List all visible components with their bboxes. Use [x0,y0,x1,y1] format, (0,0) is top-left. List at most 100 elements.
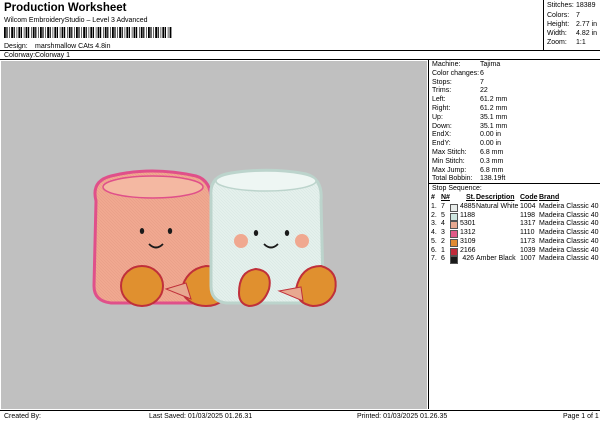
summary-label: Stitches: [547,2,574,9]
col-num: # [431,194,435,201]
machine-info-label: Down: [432,122,452,130]
machine-info-value: Tajima [480,61,501,68]
last-saved: Last Saved: 01/03/2025 01.26.31 [149,413,253,420]
footer-rule [0,410,600,411]
machine-info-label: Min Stitch: [432,157,465,165]
summary-label: Height: [547,21,570,28]
design-preview [1,61,427,409]
cell-num: 4. [431,229,437,237]
created-by: Created By: [4,413,41,420]
cell-brand: Madeira Classic 40 [539,255,599,263]
cell-code: 1007 [520,255,536,263]
cell-num: 2. [431,211,437,219]
cell-description: Amber Black [476,255,516,263]
marshmallow-artwork [92,168,337,308]
cell-code: 1173 [520,237,536,245]
meta-rule [0,59,600,60]
cell-brand: Madeira Classic 40 [539,220,599,228]
summary-label: Zoom: [547,39,567,46]
summary-divider [543,0,544,50]
machine-info-value: 0.00 in [480,131,502,139]
summary-value: 18389 [576,2,596,9]
summary-value: 2.77 in [576,21,598,28]
machine-info-label: EndX: [432,131,452,139]
machine-info-label: Stops: [432,78,452,86]
machine-info-value: 0.00 in [480,140,502,148]
table-row: 1. 7 4885 Natural White 1004 Madeira Classic … [430,203,600,212]
machine-info-label: Up: [432,113,443,121]
colorway-name: Colorway 1 [35,52,71,59]
cell-st: 2166 [460,246,476,254]
cell-brand: Madeira Classic 40 [539,237,599,245]
cell-n: 1 [441,246,445,254]
cell-n: 5 [441,211,445,219]
barcode [4,27,172,38]
cell-st: 426 [462,255,474,263]
cell-code: 1317 [520,220,536,228]
page-number: Page 1 of 1 [563,413,599,420]
cell-num: 5. [431,237,437,245]
cell-num: 1. [431,203,437,210]
cell-st: 4885 [460,203,476,210]
cell-n: 4 [441,220,445,228]
table-row: 4. 3 1312 1110 Madeira Classic 40 [430,229,600,239]
machine-info-label: Max Stitch: [432,149,467,156]
table-row: 7. 6 426 Amber Black 1007 Madeira Classic 40 [430,255,600,265]
pink-marshmallow [92,169,230,308]
stop-sequence-title: Stop Sequence: [432,185,482,192]
color-swatch [450,256,458,265]
summary-value: 1:1 [576,39,586,46]
cell-brand: Madeira Classic 40 [539,203,599,210]
page-title: Production Worksheet [4,2,127,14]
machine-info-label: Color changes: [432,69,480,77]
cell-brand: Madeira Classic 40 [539,211,599,219]
machine-info-label: Total Bobbin: [432,175,473,183]
col-description: Description [476,194,515,201]
table-row: 5. 2 3109 1173 Madeira Classic 40 [430,238,600,247]
col-brand: Brand [539,194,560,201]
cell-description: Natural White [476,203,519,210]
cell-code: 1039 [520,246,536,254]
colorway-label: Colorway: [4,52,36,59]
machine-info-value: 0.3 mm [480,157,504,165]
cell-n: 2 [441,237,445,245]
summary-value: 4.82 in [576,30,598,37]
machine-info-value: 7 [480,78,484,86]
machine-info-label: Machine: [432,61,461,68]
machine-info-label: Trims: [432,87,452,95]
cell-code: 1004 [520,203,536,210]
machine-info-label: Left: [432,96,446,104]
machine-info-value: 6.8 mm [480,149,504,156]
cell-st: 5301 [460,220,476,228]
cell-n: 3 [441,229,445,237]
summary-value: 7 [576,12,580,19]
stop-sequence-rule [428,183,600,184]
cell-brand: Madeira Classic 40 [539,229,599,237]
machine-info-value: 35.1 mm [480,113,508,121]
table-row: 6. 1 2166 1039 Madeira Classic 40 [430,247,600,256]
cell-code: 1110 [520,229,535,237]
cell-num: 6. [431,246,437,254]
white-marshmallow [209,168,337,308]
col-stitches: St. [466,194,475,201]
cell-brand: Madeira Classic 40 [539,246,599,254]
panel-divider [428,59,429,409]
cell-code: 1198 [520,211,536,219]
header-rule [0,50,600,51]
summary-label: Width: [547,30,567,37]
col-needle: N# [441,194,450,201]
design-label: Design: [4,43,28,50]
cell-num: 7. [431,255,437,263]
software-subtitle: Wilcom EmbroideryStudio – Level 3 Advanc… [4,17,148,24]
machine-info-label: EndY: [432,140,451,148]
machine-info-value: 61.2 mm [480,105,508,112]
machine-info-value: 35.1 mm [480,122,508,130]
machine-info-value: 22 [480,87,488,95]
cell-st: 1188 [460,211,476,219]
stop-sequence-header: # N# St. Description Code Brand [430,194,600,203]
machine-info-label: Right: [432,105,451,112]
cell-st: 1312 [460,229,476,237]
machine-info-label: Max Jump: [432,166,467,174]
machine-info-value: 6 [480,69,484,77]
col-code: Code [520,194,538,201]
